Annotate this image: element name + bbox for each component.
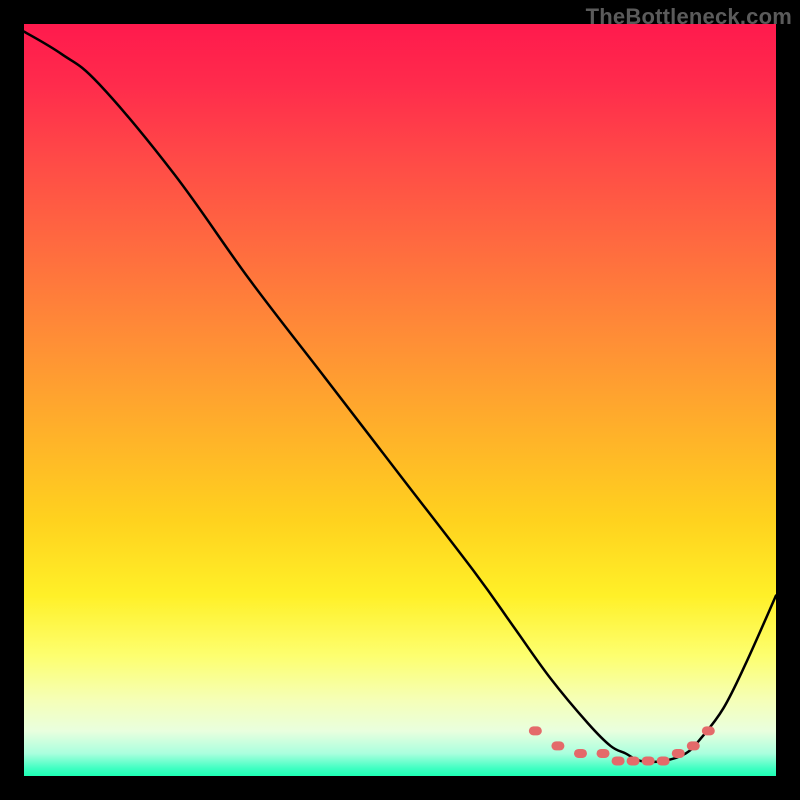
watermark-text: TheBottleneck.com (586, 4, 792, 30)
chart-frame: TheBottleneck.com (0, 0, 800, 800)
gradient-plot-area (24, 24, 776, 776)
